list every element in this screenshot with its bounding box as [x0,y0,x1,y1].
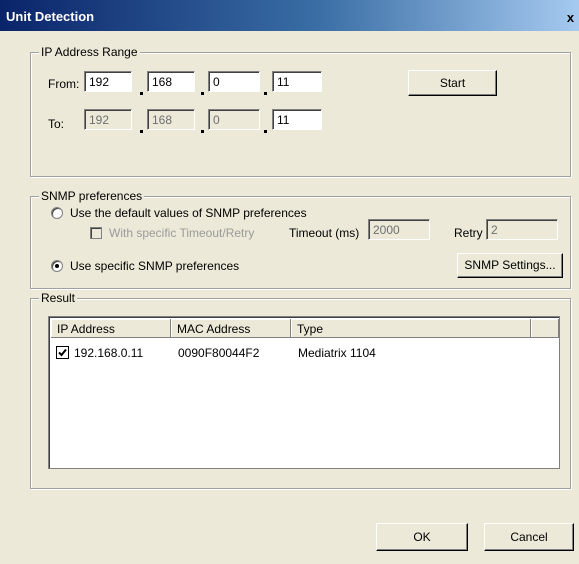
to-dot-1 [140,130,143,133]
window-title: Unit Detection [6,9,95,24]
to-dot-2 [201,130,204,133]
to-dot-3 [264,130,267,133]
radio-default-snmp-label[interactable]: Use the default values of SNMP preferenc… [70,205,307,221]
title-bar: Unit Detection x [0,0,579,31]
column-header-type[interactable]: Type [291,319,531,338]
result-legend: Result [39,291,78,305]
row-checkbox[interactable] [56,346,69,359]
row-mac: 0090F80044F2 [178,346,260,360]
from-label: From: [48,77,80,91]
snmp-settings-button[interactable]: SNMP Settings... [457,253,563,278]
to-octet-2: 168 [147,109,195,130]
from-octet-3[interactable]: 0 [208,71,260,92]
start-button[interactable]: Start [408,70,497,96]
row-type: Mediatrix 1104 [298,346,376,360]
ok-button[interactable]: OK [376,523,468,551]
radio-default-snmp[interactable] [51,207,63,219]
result-list[interactable]: IP Address MAC Address Type 192.168.0.11… [48,316,560,469]
from-dot-2 [201,92,204,95]
snmp-preferences-legend: SNMP preferences [39,189,145,203]
column-header-empty [531,319,559,338]
specific-timeout-retry-checkbox [90,227,102,239]
specific-timeout-retry-label: With specific Timeout/Retry [109,226,255,240]
from-octet-1[interactable]: 192 [84,71,132,92]
radio-selected-indicator [55,264,59,268]
from-octet-2[interactable]: 168 [147,71,195,92]
from-dot-3 [264,92,267,95]
timeout-label: Timeout (ms) [289,226,360,240]
to-octet-3: 0 [208,109,260,130]
to-label: To: [48,117,65,131]
close-icon[interactable]: x [562,9,579,26]
timeout-input: 2000 [368,219,430,240]
radio-specific-snmp[interactable] [51,260,63,272]
retry-label: Retry [454,226,483,240]
from-dot-1 [140,92,143,95]
radio-specific-snmp-label[interactable]: Use specific SNMP preferences [70,258,239,274]
ip-address-range-legend: IP Address Range [39,45,140,59]
from-octet-4[interactable]: 11 [272,71,322,92]
column-header-ip[interactable]: IP Address [51,319,171,338]
column-header-mac[interactable]: MAC Address [171,319,291,338]
retry-input: 2 [486,219,558,240]
to-octet-1: 192 [84,109,132,130]
check-icon [58,348,67,357]
unit-detection-dialog: Unit Detection x IP Address Range From: … [0,0,579,564]
to-octet-4[interactable]: 11 [272,109,322,130]
row-ip: 192.168.0.11 [74,346,144,360]
cancel-button[interactable]: Cancel [484,523,574,551]
